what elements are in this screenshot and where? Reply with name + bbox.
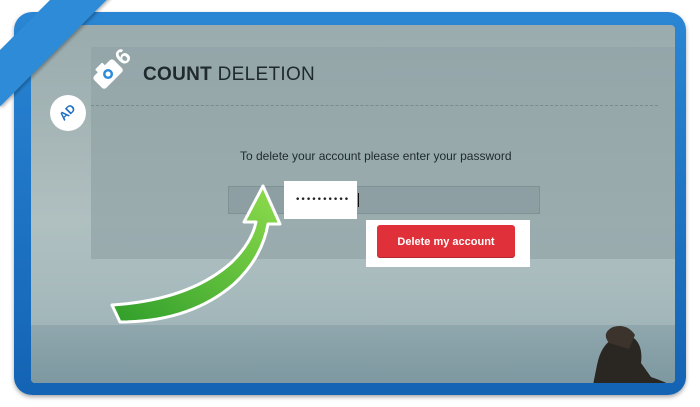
ad-logo-text: AD [56, 101, 79, 124]
